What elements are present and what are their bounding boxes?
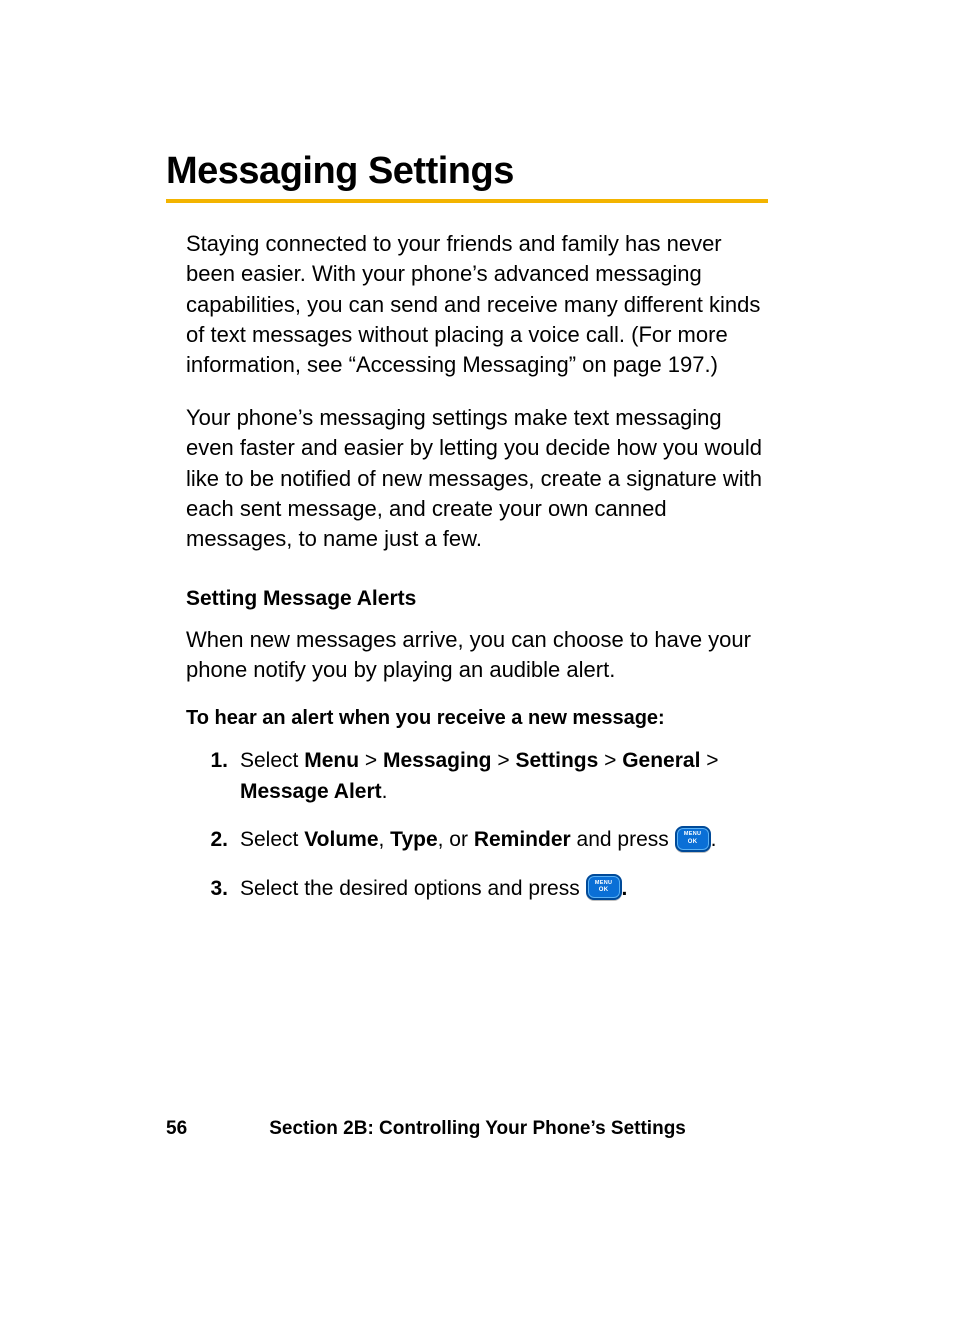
step-number: 2.: [196, 825, 228, 855]
menu-path-item: General: [622, 749, 700, 772]
page-title: Messaging Settings: [166, 150, 768, 193]
step-body: Select the desired options and press MEN…: [240, 874, 768, 904]
period: .: [622, 877, 628, 900]
key-label-top: MENU: [595, 881, 612, 887]
step-list: 1. Select Menu > Messaging > Settings > …: [196, 746, 768, 904]
menu-path-item: Settings: [515, 749, 598, 772]
title-rule: [166, 199, 768, 203]
page-footer: 56 Section 2B: Controlling Your Phone’s …: [0, 1118, 954, 1140]
and-press: and press: [571, 828, 675, 851]
period: .: [382, 780, 388, 803]
key-label-top: MENU: [684, 832, 701, 838]
menu-path-item: Menu: [304, 749, 359, 772]
comma-or: , or: [438, 828, 474, 851]
step-number: 1.: [196, 746, 228, 776]
text: Select: [240, 828, 304, 851]
text: Select the desired options and press: [240, 877, 586, 900]
key-label-bottom: OK: [688, 839, 698, 845]
option-label: Volume: [304, 828, 378, 851]
sub-heading: Setting Message Alerts: [186, 587, 768, 611]
menu-ok-key-icon: MENUOK: [675, 826, 711, 852]
key-label-bottom: OK: [599, 887, 609, 893]
sep: >: [700, 749, 718, 772]
text: Select: [240, 749, 304, 772]
sub-paragraph: When new messages arrive, you can choose…: [186, 625, 768, 686]
period: .: [711, 828, 717, 851]
menu-path-item: Messaging: [383, 749, 492, 772]
menu-ok-key-icon: MENUOK: [586, 874, 622, 900]
step-body: Select Menu > Messaging > Settings > Gen…: [240, 746, 768, 807]
option-label: Reminder: [474, 828, 571, 851]
page-content: Messaging Settings Staying connected to …: [0, 0, 954, 904]
step-3: 3. Select the desired options and press …: [196, 874, 768, 904]
option-label: Type: [390, 828, 437, 851]
instruction-heading: To hear an alert when you receive a new …: [186, 707, 768, 730]
footer-section-label: Section 2B: Controlling Your Phone’s Set…: [187, 1118, 768, 1140]
step-1: 1. Select Menu > Messaging > Settings > …: [196, 746, 768, 807]
menu-path-item: Message Alert: [240, 780, 382, 803]
step-number: 3.: [196, 874, 228, 904]
comma: ,: [379, 828, 391, 851]
sep: >: [359, 749, 383, 772]
intro-paragraph-1: Staying connected to your friends and fa…: [186, 229, 768, 381]
step-body: Select Volume, Type, or Reminder and pre…: [240, 825, 768, 855]
sep: >: [492, 749, 516, 772]
page-number: 56: [166, 1118, 187, 1140]
sep: >: [598, 749, 622, 772]
intro-paragraph-2: Your phone’s messaging settings make tex…: [186, 403, 768, 555]
step-2: 2. Select Volume, Type, or Reminder and …: [196, 825, 768, 855]
